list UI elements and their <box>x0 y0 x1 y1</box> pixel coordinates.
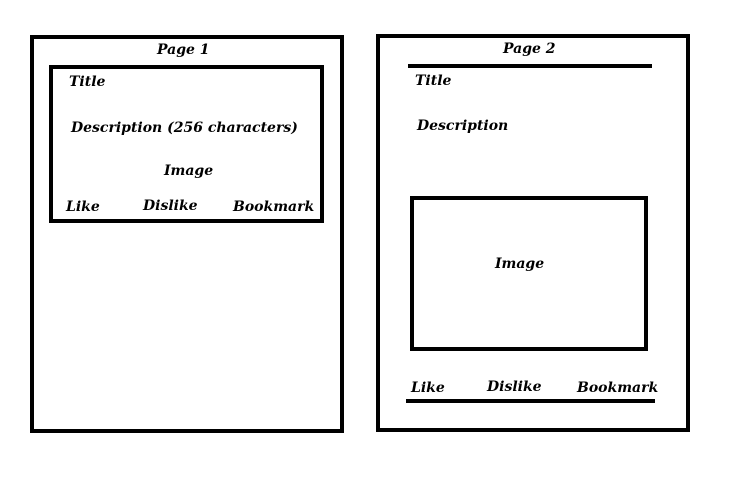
page1-card-title-label: Title <box>69 74 106 90</box>
page2-image-box <box>410 196 648 351</box>
page1-card-dislike-button[interactable]: Dislike <box>143 199 198 213</box>
page2-image-label: Image <box>495 256 545 272</box>
page1-card-bookmark-button[interactable]: Bookmark <box>233 200 314 214</box>
page2-bottom-divider <box>406 399 655 403</box>
page2-dislike-button[interactable]: Dislike <box>487 380 542 394</box>
page1-title: Page 1 <box>157 42 210 58</box>
page2-title: Page 2 <box>503 41 556 57</box>
page2-like-button[interactable]: Like <box>411 381 445 395</box>
page1-card-description-label: Description (256 characters) <box>71 120 298 136</box>
page2-top-divider <box>408 64 652 68</box>
page2-title-label: Title <box>415 73 452 89</box>
page1-card-like-button[interactable]: Like <box>66 200 100 214</box>
page1-card-image-label: Image <box>164 163 214 179</box>
page2-bookmark-button[interactable]: Bookmark <box>577 381 658 395</box>
page2-description-label: Description <box>417 118 509 134</box>
